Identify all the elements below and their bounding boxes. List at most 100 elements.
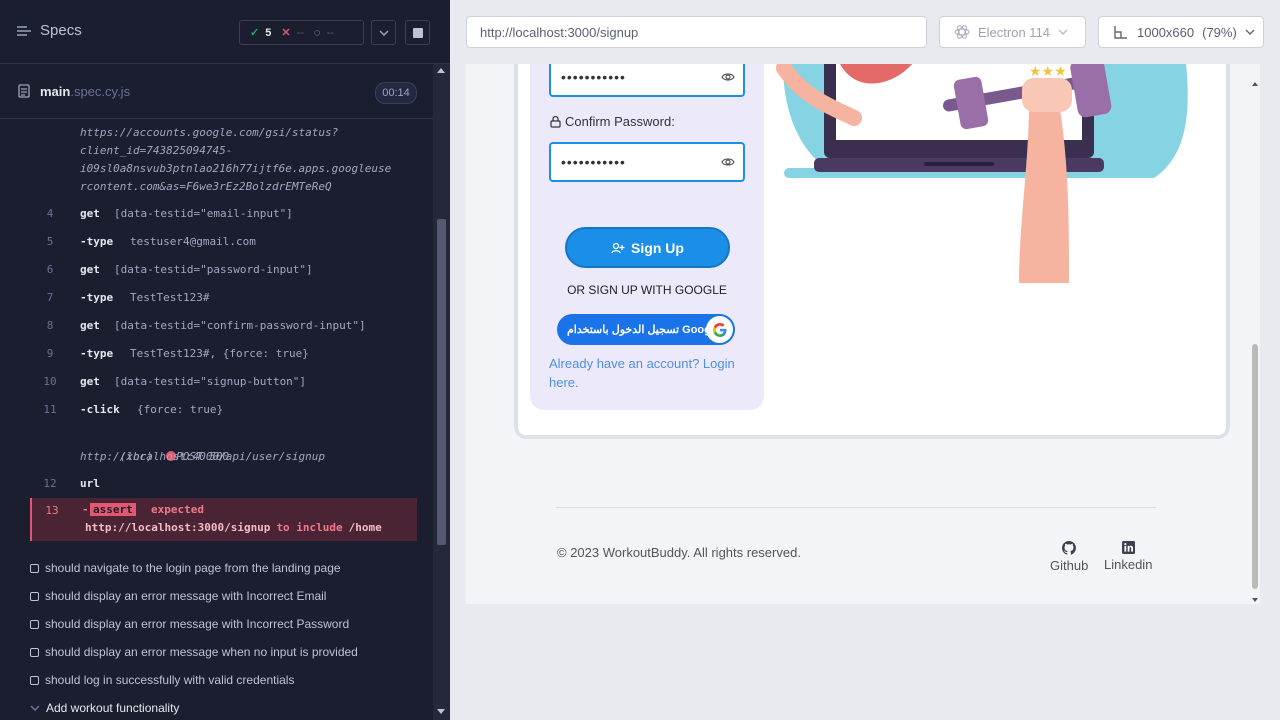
command-name: get: [80, 374, 100, 388]
document-icon: [18, 84, 30, 98]
electron-icon: [954, 25, 970, 39]
spec-file-bar: main.spec.cy.js 00:14: [0, 64, 433, 119]
test-item[interactable]: should display an error message with Inc…: [30, 614, 349, 634]
passed-count: 5: [265, 26, 272, 39]
command-name: -type: [80, 346, 114, 360]
checkbox-icon: [30, 591, 39, 601]
command-row[interactable]: 5 -type testuser4@gmail.com: [30, 227, 417, 255]
fitness-illustration: ★★★: [776, 64, 1188, 283]
app-frame: ••••••••••• Confirm Password: ••••••••••…: [466, 64, 1260, 604]
linkedin-icon: [1121, 541, 1135, 554]
specs-label: Specs: [40, 22, 82, 39]
command-name: get: [80, 206, 100, 220]
browser-selector[interactable]: Electron 114: [939, 16, 1086, 48]
command-arg: TestTest123#: [130, 290, 210, 304]
github-icon: [1062, 541, 1077, 555]
command-arg: testuser4@gmail.com: [130, 234, 256, 248]
google-signin-button[interactable]: تسجيل الدخول باستخدام Google: [557, 314, 735, 345]
confirm-password-input[interactable]: •••••••••••: [549, 142, 745, 182]
test-item[interactable]: should display an error message with Inc…: [30, 586, 326, 606]
checkbox-icon: [30, 647, 39, 657]
command-name: -click: [80, 402, 120, 416]
app-scrollbar[interactable]: [1250, 80, 1260, 604]
scroll-up-icon[interactable]: [1252, 82, 1258, 86]
test-item[interactable]: should navigate to the login page from t…: [30, 558, 341, 578]
specs-toggle[interactable]: Specs: [16, 22, 82, 39]
runner-header: Specs ✓ 5 ✕ -- ◌ --: [0, 0, 450, 64]
command-name: -type: [80, 290, 114, 304]
command-arg: TestTest123#, {force: true}: [130, 346, 309, 360]
scroll-up-icon[interactable]: [437, 68, 445, 73]
command-number: 7: [46, 290, 54, 304]
footer-divider: [556, 507, 1156, 508]
scroll-thumb[interactable]: [437, 219, 446, 545]
command-arg: [data-testid="signup-button"]: [114, 374, 307, 388]
github-link[interactable]: Github: [1050, 541, 1088, 573]
command-row[interactable]: 8 get [data-testid="confirm-password-input…: [30, 311, 417, 339]
assert-badge: assert: [90, 503, 136, 516]
menu-icon: [17, 25, 31, 36]
check-icon: ✓: [250, 27, 260, 39]
pending-icon: ◌: [313, 26, 321, 39]
command-row-url[interactable]: 12 url: [30, 469, 417, 497]
command-arg: {force: true}: [137, 402, 224, 416]
command-arg: [data-testid="confirm-password-input"]: [114, 318, 366, 332]
failed-assert-row[interactable]: 13 - assert expected http://localhost:30…: [30, 498, 417, 541]
command-arg: [data-testid="password-input"]: [114, 262, 313, 276]
signup-button[interactable]: Sign Up: [565, 227, 730, 268]
signup-card: ••••••••••• Confirm Password: ••••••••••…: [514, 64, 1230, 439]
test-item[interactable]: should display an error message when no …: [30, 642, 358, 662]
command-row[interactable]: 10 get [data-testid="signup-button"]: [30, 367, 417, 395]
url-bar[interactable]: http://localhost:3000/signup: [466, 16, 927, 48]
command-row[interactable]: 4 get [data-testid="email-input"]: [30, 199, 417, 227]
command-arg: [data-testid="email-input"]: [114, 206, 293, 220]
command-number: 4: [46, 206, 54, 220]
eye-icon[interactable]: [721, 157, 735, 167]
checkbox-icon: [30, 619, 39, 629]
ruler-icon: [1114, 26, 1127, 39]
command-number: 6: [46, 262, 54, 276]
scroll-down-icon[interactable]: [1252, 598, 1258, 602]
command-number: 11: [43, 402, 57, 416]
command-name: get: [80, 262, 100, 276]
chevron-down-icon: [1245, 29, 1255, 35]
linkedin-link[interactable]: Linkedin: [1104, 541, 1152, 572]
chevron-down-icon: [378, 29, 389, 36]
scroll-down-icon[interactable]: [437, 709, 445, 714]
command-number: 5: [46, 234, 54, 248]
command-row[interactable]: 11 -click {force: true}: [30, 395, 417, 423]
command-name: get: [80, 318, 100, 332]
cypress-runner-panel: Specs ✓ 5 ✕ -- ◌ -- main.spec.cy.js 00:1…: [0, 0, 450, 720]
stop-icon: [412, 27, 423, 38]
login-link[interactable]: Already have an account? Login here.: [549, 354, 749, 392]
svg-text:★★★: ★★★: [1029, 64, 1067, 80]
command-row[interactable]: 7 -type TestTest123#: [30, 283, 417, 311]
command-row[interactable]: 6 get [data-testid="password-input"]: [30, 255, 417, 283]
command-row[interactable]: 9 -type TestTest123#, {force: true}: [30, 339, 417, 367]
chevron-down-icon: [1058, 29, 1068, 35]
stop-button[interactable]: [405, 20, 430, 45]
viewport-selector[interactable]: 1000x660 (79%): [1098, 16, 1264, 48]
or-google-text: OR SIGN UP WITH GOOGLE: [567, 283, 727, 297]
options-button[interactable]: [371, 20, 396, 45]
scroll-thumb[interactable]: [1252, 344, 1258, 589]
command-number: 8: [46, 318, 54, 332]
pending-count: --: [326, 26, 334, 39]
eye-icon[interactable]: [721, 72, 735, 82]
suite-item[interactable]: Add workout functionality: [30, 698, 179, 718]
command-number: 10: [43, 374, 57, 388]
spec-file-name: main.spec.cy.js: [40, 84, 131, 99]
browser-preview: http://localhost:3000/signup Electron 11…: [450, 0, 1280, 720]
log-url-text: https://accounts.google.com/gsi/status? …: [80, 126, 392, 193]
failed-count: --: [296, 26, 304, 39]
command-name: -type: [80, 234, 114, 248]
lock-icon: [550, 115, 561, 128]
confirm-password-label: Confirm Password:: [550, 114, 675, 129]
test-item[interactable]: should log in successfully with valid cr…: [30, 670, 294, 690]
password-input[interactable]: •••••••••••: [549, 64, 745, 97]
command-number: 9: [46, 346, 54, 360]
chevron-down-icon: [30, 705, 40, 711]
add-user-icon: [611, 242, 625, 253]
runner-scrollbar[interactable]: [433, 64, 450, 720]
checkbox-icon: [30, 563, 39, 573]
